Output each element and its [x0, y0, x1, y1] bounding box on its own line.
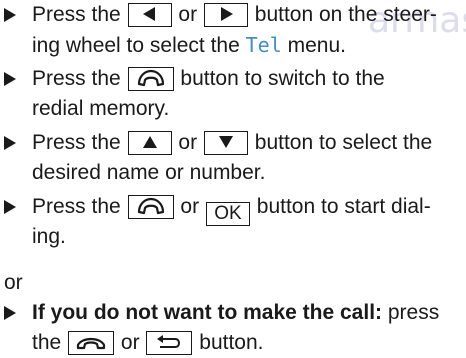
bullet-arrow-icon — [4, 136, 16, 150]
step-line: redial memory. — [4, 94, 464, 124]
bullet-arrow-icon — [4, 72, 16, 86]
step-text: button. — [199, 331, 264, 354]
step-line: ing. — [4, 222, 464, 252]
step-text: or — [120, 331, 140, 354]
step-text: button to select the — [254, 131, 433, 154]
cancel-condition: If you do not want to make the call: — [32, 301, 383, 324]
step-line: the or button. — [4, 328, 464, 358]
phone-hangup-key-icon — [68, 331, 115, 355]
step-line: Press the button to switch to the — [4, 64, 464, 94]
bullet-arrow-icon — [4, 306, 16, 320]
step-line: Press the or button to select the — [4, 128, 464, 158]
or-separator: or — [4, 271, 23, 294]
phone-pickup-key-icon — [127, 195, 174, 219]
step-text: button to switch to the — [180, 67, 385, 90]
step-text: or — [180, 195, 200, 218]
phone-pickup-key-icon — [127, 67, 174, 91]
step-redial-memory: Press the button to switch to the redial… — [4, 64, 464, 124]
step-text: the — [32, 331, 62, 354]
step-text: press — [387, 301, 440, 324]
step-text: ing. — [32, 225, 66, 248]
tel-menu-label: Tel — [245, 33, 282, 57]
step-select-tel-menu: Press the or button on the steer- ing wh… — [4, 0, 464, 60]
step-text: Press the — [32, 131, 121, 154]
bullet-arrow-icon — [4, 8, 16, 22]
step-select-name: Press the or button to select the desire… — [4, 128, 464, 188]
step-line: Press the or OK button to start dial- — [4, 192, 464, 226]
step-text: Press the — [32, 195, 121, 218]
step-text: Press the — [32, 67, 121, 90]
step-text: desired name or number. — [32, 161, 266, 184]
step-line: If you do not want to make the call: pre… — [4, 298, 464, 328]
step-text: button on the steer- — [254, 3, 437, 26]
step-text: ing wheel to select the — [32, 34, 240, 57]
bullet-arrow-icon — [4, 200, 16, 214]
step-line: Press the or button on the steer- — [4, 0, 464, 30]
step-text: or — [178, 3, 198, 26]
step-cancel-call: If you do not want to make the call: pre… — [4, 298, 464, 358]
step-start-dialing: Press the or OK button to start dial- in… — [4, 192, 464, 252]
back-key-icon — [146, 331, 193, 355]
step-text: redial memory. — [32, 97, 170, 120]
step-line: desired name or number. — [4, 158, 464, 188]
up-arrow-key-icon — [127, 131, 172, 155]
step-line: ing wheel to select the Tel menu. — [4, 30, 464, 60]
left-arrow-key-icon — [127, 3, 172, 27]
step-text: button to start dial- — [256, 195, 431, 218]
right-arrow-key-icon — [203, 3, 248, 27]
step-text: or — [178, 131, 198, 154]
down-arrow-key-icon — [203, 131, 248, 155]
step-text: menu. — [287, 34, 346, 57]
step-text: Press the — [32, 3, 121, 26]
